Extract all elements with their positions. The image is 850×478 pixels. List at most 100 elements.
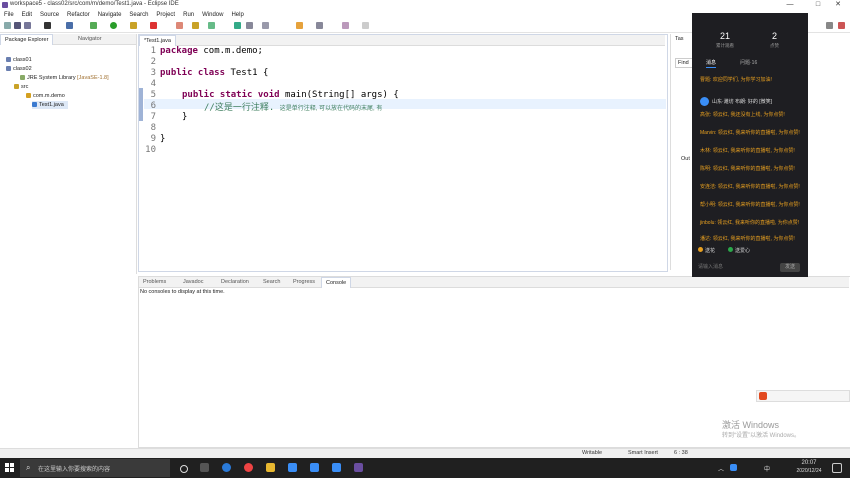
stat-views-value: 21 (720, 31, 731, 41)
tree-item-package[interactable]: com.m.demo (26, 92, 65, 100)
debug-icon[interactable] (90, 22, 97, 29)
code-line-3: public class Test1 { (160, 68, 268, 78)
save-icon[interactable] (14, 22, 21, 29)
gift-heart-button[interactable]: 送爱心 (728, 247, 750, 254)
tab-package-explorer[interactable]: Package Explorer (0, 34, 54, 45)
line-number: 10 (145, 145, 156, 155)
line-number: 7 (150, 112, 156, 122)
menu-refactor[interactable]: Refactor (63, 10, 94, 20)
save-all-icon[interactable] (24, 22, 31, 29)
gift-flower-button[interactable]: 送花 (698, 247, 715, 254)
cortana-icon[interactable] (180, 465, 188, 473)
tree-item-jre[interactable]: JRE System Library [JavaSE-1.8] (20, 74, 109, 82)
chrome-icon[interactable] (244, 463, 253, 472)
tab-console[interactable]: Console (321, 277, 352, 288)
new-package-icon[interactable] (192, 22, 199, 29)
comment-text-small: 这是单行注释, 可以放在代码的末尾, 有 (279, 106, 383, 112)
library-icon (20, 75, 25, 81)
status-insert-mode: Smart Insert (628, 450, 658, 456)
java-perspective-icon[interactable] (838, 22, 845, 29)
line-number: 3 (150, 68, 156, 78)
external-tools-icon[interactable] (150, 22, 157, 29)
build-icon[interactable] (44, 22, 51, 29)
menu-run[interactable]: Run (179, 10, 198, 20)
status-cursor-position: 6 : 38 (674, 450, 688, 456)
tree-item-class02[interactable]: class02 (6, 65, 32, 73)
notification-icon[interactable] (832, 463, 842, 473)
tab-messages[interactable]: 消息 (706, 59, 717, 68)
tab-javadoc[interactable]: Javadoc (179, 277, 208, 287)
taskbar-search-box[interactable]: ⌕ 在这里输入你要搜索的内容 (20, 459, 170, 477)
send-button[interactable]: 发送 (780, 263, 800, 272)
forward-icon[interactable] (342, 22, 349, 29)
tree-label: class01 (13, 57, 32, 63)
tab-problems[interactable]: Problems (139, 277, 170, 287)
close-button[interactable]: ✕ (826, 0, 850, 10)
next-annotation-icon[interactable] (296, 22, 303, 29)
terminal-icon[interactable] (66, 22, 73, 29)
tree-item-src[interactable]: src (14, 83, 28, 91)
menu-source[interactable]: Source (36, 10, 63, 20)
clock-date[interactable]: 2020/12/24 (793, 468, 825, 474)
menu-project[interactable]: Project (152, 10, 179, 20)
edge-icon[interactable] (222, 463, 231, 472)
new-java-project-icon[interactable] (176, 22, 183, 29)
open-type-icon[interactable] (234, 22, 241, 29)
run-icon[interactable] (110, 22, 117, 29)
chevron-up-icon[interactable]: ︿ (718, 464, 724, 473)
eclipse-taskbar-icon[interactable] (354, 463, 363, 472)
menu-file[interactable]: File (0, 10, 18, 20)
coverage-icon[interactable] (130, 22, 137, 29)
menu-search[interactable]: Search (125, 10, 152, 20)
java-file-icon (32, 102, 37, 108)
new-class-icon[interactable] (208, 22, 215, 29)
package-explorer-header: Package Explorer Navigator (0, 34, 136, 45)
search-tool-icon[interactable] (246, 22, 253, 29)
ime-indicator[interactable]: 中 (764, 464, 770, 473)
toggle-mark-icon[interactable] (262, 22, 269, 29)
bottom-tab-bar: Problems Javadoc Declaration Search Prog… (139, 277, 849, 288)
package-icon (26, 93, 31, 99)
shield-icon[interactable] (730, 464, 737, 471)
gift-label: 送爱心 (735, 248, 751, 254)
minimize-button[interactable]: — (778, 0, 802, 10)
app-icon-3[interactable] (332, 463, 341, 472)
search-icon: ⌕ (26, 463, 31, 472)
tab-search[interactable]: Search (259, 277, 284, 287)
chat-message: 木林: 领云红, 我来听你的直播啦, 为你点赞! (700, 148, 795, 154)
tree-item-test1[interactable]: Test1.java (32, 101, 68, 109)
sogou-icon (759, 392, 767, 400)
back-icon[interactable] (316, 22, 323, 29)
tab-questions[interactable]: 问题·16 (740, 59, 757, 66)
tab-declaration[interactable]: Declaration (217, 277, 253, 287)
tab-navigator[interactable]: Navigator (74, 34, 106, 44)
perspective-icon[interactable] (826, 22, 833, 29)
tab-outline[interactable]: Out (681, 156, 690, 162)
editor-tab-test1[interactable]: *Test1.java (139, 35, 176, 46)
menu-help[interactable]: Help (227, 10, 247, 20)
gift-label: 送花 (705, 248, 716, 254)
windows-start-icon[interactable] (5, 463, 14, 472)
avatar (700, 97, 709, 106)
pin-editor-icon[interactable] (362, 22, 369, 29)
menu-navigate[interactable]: Navigate (94, 10, 126, 20)
menu-window[interactable]: Window (198, 10, 227, 20)
tree-item-class01[interactable]: class01 (6, 56, 32, 64)
clock-time[interactable]: 20:07 (796, 460, 822, 466)
file-explorer-icon[interactable] (266, 463, 275, 472)
menu-edit[interactable]: Edit (18, 10, 36, 20)
chat-message: Marvin: 领云红, 我来听你的直播啦, 为你点赞! (700, 130, 800, 136)
app-icon-2[interactable] (310, 463, 319, 472)
chat-message: jinbolu: 领云红, 我来听你的直播啦, 为你点赞! (700, 220, 800, 226)
tab-progress[interactable]: Progress (289, 277, 319, 287)
tab-tasks[interactable]: Tas (675, 36, 684, 42)
chat-input[interactable]: 请输入消息 (698, 263, 723, 270)
comment-text: //这是一行注释. (204, 103, 275, 113)
line-number: 8 (150, 123, 156, 133)
app-icon-1[interactable] (288, 463, 297, 472)
task-view-icon[interactable] (200, 463, 209, 472)
ime-toolbar[interactable] (756, 390, 850, 402)
new-icon[interactable] (4, 22, 11, 29)
chat-message: 高张: 领云红, 我还没有上线, 为你点赞! (700, 112, 785, 118)
heart-icon (728, 247, 733, 252)
